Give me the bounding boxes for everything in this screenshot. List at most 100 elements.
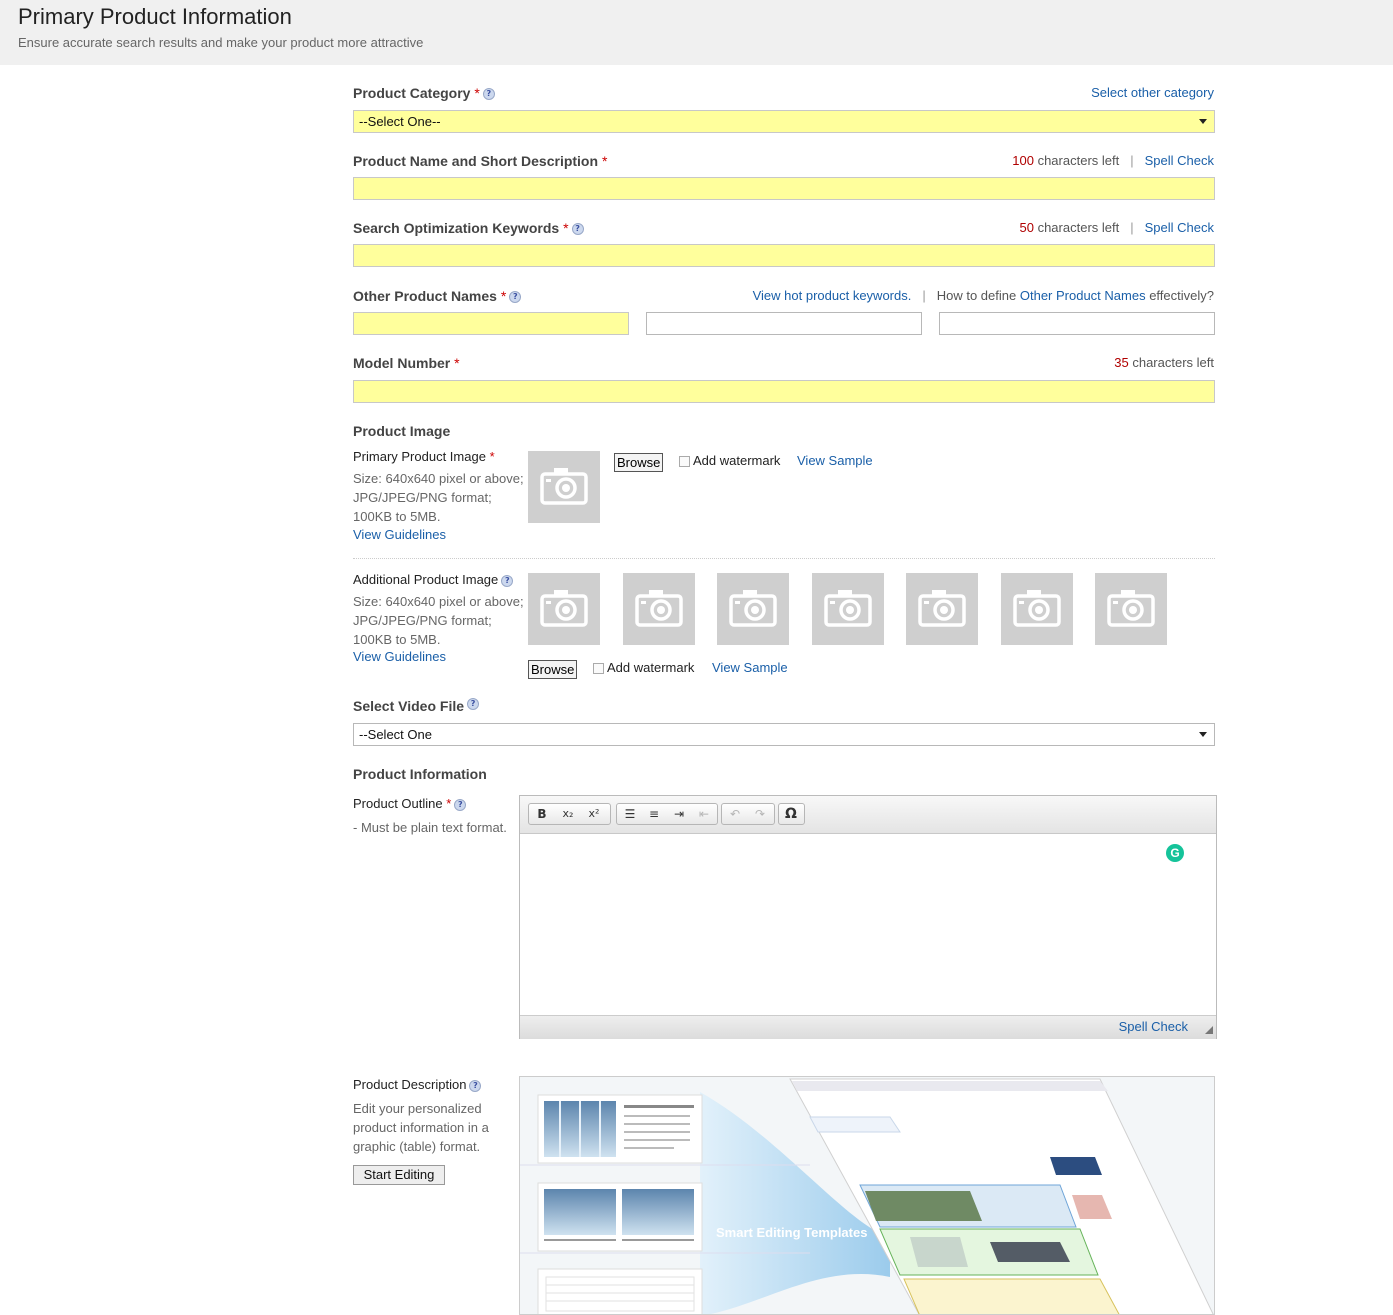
page-subtitle: Ensure accurate search results and make … xyxy=(18,35,424,50)
product-category-value: --Select One-- xyxy=(359,114,441,129)
other-name-input-3[interactable] xyxy=(939,312,1215,335)
other-names-meta: View hot product keywords. | How to define… xyxy=(752,288,1214,303)
product-name-label: Product Name and Short Description * xyxy=(353,153,608,169)
bulleted-list-icon[interactable]: ≡ xyxy=(643,806,665,822)
help-icon[interactable]: ? xyxy=(467,698,480,710)
required-mark: * xyxy=(446,796,452,811)
additional-image-placeholder[interactable] xyxy=(1001,573,1073,645)
other-name-input-2[interactable] xyxy=(646,312,922,335)
other-names-help-link[interactable]: Other Product Names xyxy=(1020,288,1146,303)
help-icon[interactable]: ? xyxy=(469,1079,482,1092)
additional-image-placeholder[interactable] xyxy=(812,573,884,645)
product-name-meta: 100 characters left | Spell Check xyxy=(1012,153,1214,168)
spell-check-link[interactable]: Spell Check xyxy=(1145,220,1214,235)
required-mark: * xyxy=(563,220,569,236)
additional-image-placeholder[interactable] xyxy=(906,573,978,645)
primary-watermark-label: Add watermark xyxy=(693,453,781,468)
other-name-input-1[interactable] xyxy=(353,312,629,335)
outline-textarea[interactable] xyxy=(521,834,1215,1013)
model-number-label: Model Number * xyxy=(353,355,460,371)
video-label: Select Video File? xyxy=(353,698,480,714)
additional-view-sample-link[interactable]: View Sample xyxy=(712,660,788,675)
model-number-meta: 35 characters left xyxy=(1114,355,1214,370)
required-mark: * xyxy=(454,355,460,371)
outline-spell-check-link[interactable]: Spell Check xyxy=(1119,1019,1188,1034)
model-number-input[interactable] xyxy=(353,380,1215,403)
additional-image-placeholder[interactable] xyxy=(1095,573,1167,645)
required-mark: * xyxy=(474,85,480,101)
help-icon[interactable]: ? xyxy=(571,223,584,236)
primary-image-requirements: Size: 640x640 pixel or above; JPG/JPEG/P… xyxy=(353,471,524,524)
additional-watermark-label: Add watermark xyxy=(607,660,695,675)
grammarly-icon[interactable]: G xyxy=(1166,844,1184,862)
additional-watermark-checkbox[interactable] xyxy=(593,663,604,674)
bold-button[interactable]: B xyxy=(531,806,553,822)
resize-handle-icon[interactable] xyxy=(1205,1026,1213,1034)
section-divider xyxy=(353,558,1215,560)
hot-keywords-link[interactable]: View hot product keywords. xyxy=(753,288,912,303)
subscript-button[interactable]: x₂ xyxy=(557,806,579,822)
redo-icon[interactable]: ↷ xyxy=(749,806,771,822)
indent-icon[interactable]: ⇥ xyxy=(668,806,690,822)
additional-browse-button[interactable]: Browse xyxy=(528,660,578,679)
primary-browse-button[interactable]: Browse xyxy=(614,453,664,472)
primary-image-label: Primary Product Image * xyxy=(353,449,495,464)
primary-guidelines-link[interactable]: View Guidelines xyxy=(353,527,446,542)
required-mark: * xyxy=(601,153,608,169)
select-other-category-link[interactable]: Select other category xyxy=(1091,85,1214,100)
product-outline-editor: B x₂ x² ☰ ≡ ⇥ ⇤ ↶ ↷ Ω G Spell Check xyxy=(519,795,1217,1039)
omega-special-char-button[interactable]: Ω xyxy=(780,806,802,822)
other-names-label: Other Product Names *? xyxy=(353,288,522,304)
undo-icon[interactable]: ↶ xyxy=(724,806,746,822)
primary-watermark-checkbox[interactable] xyxy=(679,456,690,467)
template-preview-graphic: Smart Editing Templates xyxy=(520,1077,1214,1314)
chars-left-count: 35 xyxy=(1114,355,1129,370)
help-icon[interactable]: ? xyxy=(482,88,495,101)
spell-check-link[interactable]: Spell Check xyxy=(1145,153,1214,168)
additional-guidelines-link[interactable]: View Guidelines xyxy=(353,649,446,664)
help-icon[interactable]: ? xyxy=(454,798,467,811)
product-info-section-label: Product Information xyxy=(353,766,487,782)
product-category-select[interactable]: --Select One-- xyxy=(353,110,1215,133)
history-button-group: ↶ ↷ xyxy=(721,803,775,825)
editor-footer: Spell Check xyxy=(520,1015,1216,1039)
page-title: Primary Product Information xyxy=(18,4,292,29)
numbered-list-icon[interactable]: ☰ xyxy=(619,806,641,822)
additional-image-placeholder[interactable] xyxy=(623,573,695,645)
start-editing-button[interactable]: Start Editing xyxy=(353,1165,445,1185)
outdent-icon[interactable]: ⇤ xyxy=(693,806,715,822)
required-mark: * xyxy=(500,288,507,304)
product-image-section-label: Product Image xyxy=(353,423,451,439)
help-icon[interactable]: ? xyxy=(509,291,522,304)
help-icon[interactable]: ? xyxy=(501,574,514,587)
video-select-value: --Select One xyxy=(359,727,432,742)
product-outline-label: Product Outline *? xyxy=(353,796,467,811)
special-char-group: Ω xyxy=(778,803,805,825)
format-button-group: B x₂ x² xyxy=(528,803,611,825)
additional-image-placeholder[interactable] xyxy=(528,573,600,645)
required-mark: * xyxy=(489,449,495,464)
camera-icon xyxy=(918,590,966,627)
camera-icon xyxy=(540,590,588,627)
chars-left-count: 50 xyxy=(1019,220,1034,235)
chevron-down-icon xyxy=(1199,119,1207,124)
additional-image-requirements: Size: 640x640 pixel or above; JPG/JPEG/P… xyxy=(353,594,524,647)
superscript-button[interactable]: x² xyxy=(583,806,605,822)
additional-image-label: Additional Product Image? xyxy=(353,572,514,587)
product-category-label: Product Category *? xyxy=(353,85,495,101)
product-description-label: Product Description? xyxy=(353,1077,482,1092)
primary-image-placeholder[interactable] xyxy=(528,451,600,523)
camera-icon xyxy=(824,590,872,627)
keywords-input[interactable] xyxy=(353,244,1215,267)
promo-banner-text: Smart Editing Templates xyxy=(716,1225,867,1240)
chars-left-count: 100 xyxy=(1012,153,1034,168)
video-select[interactable]: --Select One xyxy=(353,723,1215,746)
primary-view-sample-link[interactable]: View Sample xyxy=(797,453,873,468)
keywords-meta: 50 characters left | Spell Check xyxy=(1019,220,1214,235)
smart-templates-preview[interactable]: Smart Editing Templates xyxy=(519,1076,1215,1315)
list-button-group: ☰ ≡ ⇥ ⇤ xyxy=(616,803,718,825)
keywords-label: Search Optimization Keywords *? xyxy=(353,220,584,236)
additional-image-placeholder[interactable] xyxy=(717,573,789,645)
product-outline-note: - Must be plain text format. xyxy=(353,820,507,835)
product-name-input[interactable] xyxy=(353,177,1215,200)
